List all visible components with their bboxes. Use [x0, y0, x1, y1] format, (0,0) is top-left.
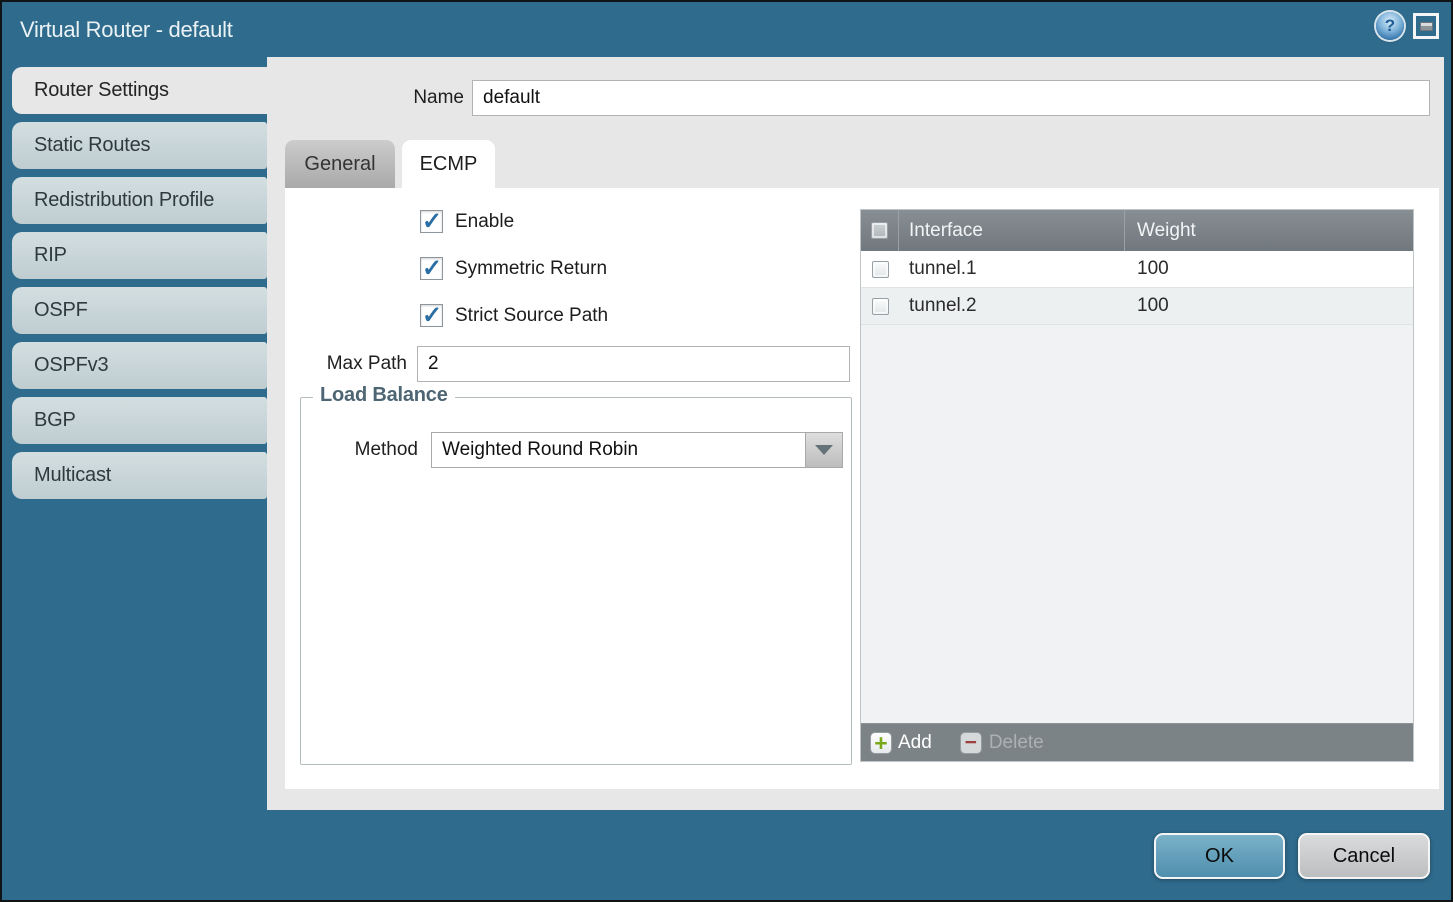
sidebar-item-router-settings[interactable]: Router Settings [12, 67, 267, 114]
interface-table: Interface Weight tunnel.1 100 tunnel.2 1… [860, 209, 1414, 762]
content-area: Name General ECMP Enable Symmetric Retur… [267, 57, 1444, 810]
max-path-input[interactable] [417, 346, 850, 382]
tab-ecmp[interactable]: ECMP [402, 140, 495, 188]
add-button[interactable]: + Add [870, 732, 932, 754]
symmetric-return-checkbox[interactable] [420, 257, 443, 280]
titlebar: Virtual Router - default ? [2, 2, 1451, 57]
dialog-title: Virtual Router - default [20, 2, 233, 57]
sidebar-item-bgp[interactable]: BGP [12, 397, 267, 444]
delete-icon: − [960, 732, 982, 754]
ecmp-tab-panel: Enable Symmetric Return Strict Source Pa… [285, 188, 1439, 789]
strict-source-path-label: Strict Source Path [455, 305, 608, 327]
symmetric-return-label: Symmetric Return [455, 258, 607, 280]
sidebar-item-rip[interactable]: RIP [12, 232, 267, 279]
enable-row: Enable [420, 210, 514, 233]
help-icon[interactable]: ? [1376, 12, 1404, 40]
sidebar-item-redistribution-profile[interactable]: Redistribution Profile [12, 177, 267, 224]
chevron-down-icon [815, 445, 833, 455]
strict-source-path-row: Strict Source Path [420, 304, 608, 327]
tab-general[interactable]: General [285, 140, 395, 188]
header-checkbox-cell [861, 210, 899, 251]
restore-window-icon-inner [1420, 22, 1433, 31]
row-checkbox-cell [861, 288, 899, 324]
tunnel2-weight-cell: 100 [1125, 288, 1413, 324]
sidebar: Router Settings Static Routes Redistribu… [12, 67, 267, 507]
sidebar-item-ospfv3[interactable]: OSPFv3 [12, 342, 267, 389]
delete-button[interactable]: − Delete [932, 732, 1044, 754]
tunnel1-weight-cell: 100 [1125, 251, 1413, 287]
add-icon: + [870, 732, 892, 754]
interface-table-footer: + Add − Delete [861, 723, 1413, 761]
table-row-tunnel2[interactable]: tunnel.2 100 [861, 288, 1413, 325]
tunnel1-checkbox[interactable] [872, 261, 889, 278]
add-button-label: Add [898, 732, 932, 754]
delete-button-label: Delete [989, 732, 1044, 754]
row-checkbox-cell [861, 251, 899, 287]
enable-checkbox[interactable] [420, 210, 443, 233]
table-row-tunnel1[interactable]: tunnel.1 100 [861, 251, 1413, 288]
select-all-checkbox[interactable] [871, 222, 888, 239]
cancel-button[interactable]: Cancel [1298, 833, 1430, 879]
load-balance-title: Load Balance [313, 384, 455, 407]
strict-source-path-checkbox[interactable] [420, 304, 443, 327]
tunnel2-checkbox[interactable] [872, 298, 889, 315]
method-label: Method [301, 432, 418, 468]
help-icon-glyph: ? [1385, 16, 1395, 36]
ok-button[interactable]: OK [1154, 833, 1285, 879]
interface-column-header[interactable]: Interface [899, 210, 1125, 251]
method-dropdown[interactable]: Weighted Round Robin [431, 432, 843, 468]
interface-table-header: Interface Weight [861, 210, 1413, 251]
name-label: Name [267, 80, 464, 116]
tunnel2-interface-cell: tunnel.2 [899, 288, 1125, 324]
weight-column-header[interactable]: Weight [1125, 210, 1413, 251]
sidebar-item-multicast[interactable]: Multicast [12, 452, 267, 499]
load-balance-group: Load Balance Method Weighted Round Robin [300, 397, 852, 765]
enable-label: Enable [455, 211, 514, 233]
name-input[interactable] [472, 80, 1430, 116]
method-dropdown-value: Weighted Round Robin [442, 433, 638, 467]
sidebar-item-static-routes[interactable]: Static Routes [12, 122, 267, 169]
virtual-router-dialog: Virtual Router - default ? Router Settin… [0, 0, 1453, 902]
method-dropdown-button[interactable] [805, 433, 842, 467]
max-path-label: Max Path [285, 346, 407, 382]
tunnel1-interface-cell: tunnel.1 [899, 251, 1125, 287]
restore-window-icon[interactable] [1413, 13, 1439, 39]
sidebar-item-ospf[interactable]: OSPF [12, 287, 267, 334]
symmetric-return-row: Symmetric Return [420, 257, 607, 280]
